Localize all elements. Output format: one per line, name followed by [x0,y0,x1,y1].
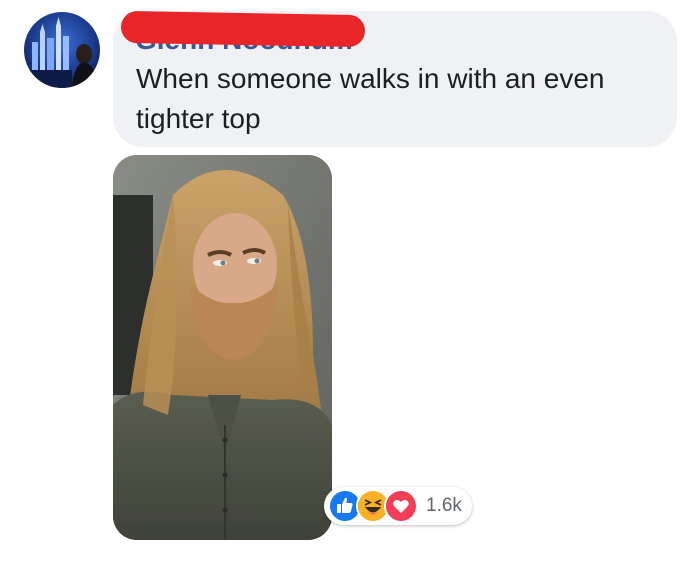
reaction-count: 1.6k [426,495,462,516]
comment-thread: Glenn Noodnum When someone walks in with… [0,0,700,561]
comment-bubble: Glenn Noodnum When someone walks in with… [113,10,677,147]
reaction-summary[interactable]: 1.6k [324,487,472,525]
avatar[interactable] [24,12,100,88]
comment-photo[interactable] [113,155,332,540]
love-icon [384,489,418,523]
comment-text: When someone walks in with an even tight… [136,63,605,134]
redaction-mark [120,10,366,48]
